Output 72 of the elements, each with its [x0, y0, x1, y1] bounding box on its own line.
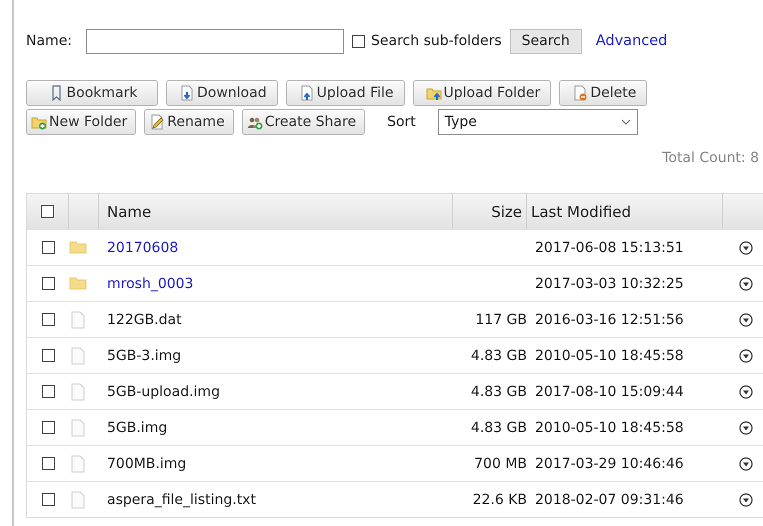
file-size: 4.83 GB [470, 420, 527, 436]
row-checkbox[interactable] [42, 349, 54, 362]
file-icon [69, 490, 87, 508]
search-subfolders-checkbox[interactable] [352, 34, 366, 48]
file-name: 5GB.img [107, 420, 168, 436]
row-menu-icon[interactable] [739, 420, 753, 434]
column-header[interactable]: Size [491, 202, 522, 220]
search-button[interactable]: Search [510, 28, 582, 54]
row-checkbox[interactable] [42, 457, 54, 470]
file-icon [69, 454, 87, 472]
column-header[interactable]: Last Modified [531, 202, 632, 220]
toolbar-button[interactable]: Create Share [242, 109, 366, 135]
row-menu-icon[interactable] [739, 276, 753, 290]
download-icon [179, 85, 195, 101]
row-checkbox[interactable] [42, 241, 54, 254]
row-menu-icon[interactable] [739, 348, 753, 362]
advanced-link[interactable]: Advanced [596, 33, 668, 49]
row-menu-icon[interactable] [739, 312, 753, 326]
file-icon [69, 418, 87, 436]
modified-date: 2010-05-10 18:45:58 [535, 348, 684, 364]
name-label: Name: [26, 33, 72, 49]
file-size: 700 MB [474, 456, 527, 472]
name-field[interactable] [86, 28, 344, 54]
toolbar-button[interactable]: Rename [144, 109, 234, 135]
folder-link[interactable]: mrosh_0003 [107, 276, 194, 292]
modified-date: 2010-05-10 18:45:58 [535, 420, 684, 436]
row-menu-icon[interactable] [739, 492, 753, 506]
folder-icon [69, 238, 87, 256]
modified-date: 2017-03-29 10:46:46 [535, 456, 684, 472]
file-name: 122GB.dat [107, 312, 182, 328]
column-header[interactable]: Name [107, 202, 152, 220]
delete-icon [572, 85, 588, 101]
file-icon [69, 346, 87, 364]
row-checkbox[interactable] [42, 421, 54, 434]
file-name: 700MB.img [107, 456, 186, 472]
toolbar-button[interactable]: Delete [559, 80, 648, 106]
caret-icon [620, 119, 631, 125]
row-checkbox[interactable] [42, 277, 54, 290]
file-size: 117 GB [475, 312, 527, 328]
row-checkbox[interactable] [42, 313, 54, 326]
folder-icon [69, 274, 87, 292]
folder-link[interactable]: 20170608 [107, 240, 178, 256]
total-count: Total Count: 8 [662, 150, 759, 166]
pencil-icon [149, 114, 166, 130]
row-checkbox[interactable] [42, 385, 54, 398]
modified-date: 2017-03-03 10:32:25 [535, 276, 684, 292]
search-subfolders-label: Search sub-folders [371, 33, 502, 49]
file-size: 4.83 GB [470, 348, 527, 364]
file-name: 5GB-3.img [107, 348, 182, 364]
toolbar-button[interactable]: Upload Folder [412, 80, 552, 106]
sort-label: Sort [387, 114, 416, 130]
file-size: 22.6 KB [472, 492, 527, 508]
file-icon [69, 310, 87, 328]
select-all-checkbox[interactable] [41, 205, 54, 218]
row-menu-icon[interactable] [739, 240, 753, 254]
toolbar-button[interactable]: Upload File [286, 80, 405, 106]
modified-date: 2017-06-08 15:13:51 [535, 240, 684, 256]
row-menu-icon[interactable] [739, 456, 753, 470]
sort-dropdown[interactable]: Type [438, 109, 638, 135]
file-name: aspera_file_listing.txt [107, 492, 256, 508]
file-name: 5GB-upload.img [107, 384, 220, 400]
upload-icon [298, 85, 315, 101]
toolbar-button[interactable]: New Folder [26, 109, 136, 135]
modified-date: 2018-02-07 09:31:46 [535, 492, 684, 508]
toolbar-button[interactable]: Bookmark [26, 80, 158, 106]
row-menu-icon[interactable] [739, 384, 753, 398]
toolbar-button[interactable]: Download [166, 80, 278, 106]
file-icon [69, 382, 87, 400]
modified-date: 2016-03-16 12:51:56 [535, 312, 684, 328]
row-checkbox[interactable] [42, 493, 54, 506]
file-size: 4.83 GB [470, 384, 527, 400]
modified-date: 2017-08-10 15:09:44 [535, 384, 684, 400]
